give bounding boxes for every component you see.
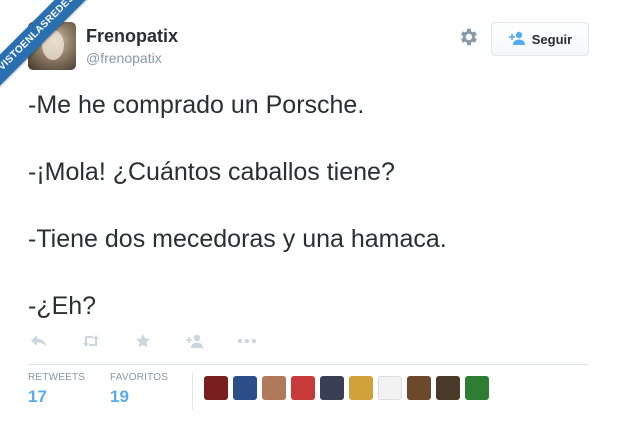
user-name[interactable]: Frenopatix: [86, 26, 178, 47]
add-user-icon: [508, 31, 526, 48]
favoriter-avatar-3[interactable]: [262, 376, 286, 400]
favoriter-avatar-9[interactable]: [436, 376, 460, 400]
tweet-actions: [28, 330, 288, 352]
user-handle[interactable]: @frenopatix: [86, 50, 162, 66]
favoriter-avatar-8[interactable]: [407, 376, 431, 400]
retweets-label: RETWEETS: [28, 372, 86, 383]
follow-button[interactable]: Seguir: [491, 22, 589, 56]
divider: [28, 364, 589, 365]
favoriter-avatar-5[interactable]: [320, 376, 344, 400]
tweet-stats: RETWEETS 17 FAVORITOS 19: [28, 372, 589, 414]
retweets-count: 17: [28, 387, 47, 406]
favoriter-avatar-1[interactable]: [204, 376, 228, 400]
tweet-line: -Me he comprado un Porsche.: [28, 91, 365, 119]
more-icon[interactable]: [236, 332, 258, 350]
follow-user-icon[interactable]: [184, 332, 206, 350]
favorites-label: FAVORITOS: [110, 372, 169, 383]
tweet-header: Frenopatix @frenopatix Seguir: [28, 22, 589, 72]
tweet-text: -Me he comprado un Porsche. -¡Mola! ¿Cuá…: [28, 90, 589, 358]
favorites-stat[interactable]: FAVORITOS 19: [110, 372, 168, 407]
tweet-line: -¿Eh?: [28, 292, 97, 320]
retweets-stat[interactable]: RETWEETS 17: [28, 372, 85, 407]
tweet-line: -Tiene dos mecedoras y una hamaca.: [28, 225, 447, 253]
favoriters-list: [204, 376, 489, 400]
favoriter-avatar-6[interactable]: [349, 376, 373, 400]
favoriter-avatar-7[interactable]: [378, 376, 402, 400]
favorite-icon[interactable]: [132, 332, 154, 350]
tweet-card: Frenopatix @frenopatix Seguir -Me he com…: [0, 0, 617, 431]
tweet-line: -¡Mola! ¿Cuántos caballos tiene?: [28, 158, 395, 186]
retweet-icon[interactable]: [80, 332, 102, 350]
favoriter-avatar-10[interactable]: [465, 376, 489, 400]
favoriter-avatar-2[interactable]: [233, 376, 257, 400]
gear-icon[interactable]: [457, 26, 479, 48]
reply-icon[interactable]: [28, 332, 50, 350]
favorites-count: 19: [110, 387, 129, 406]
stats-separator: [192, 372, 193, 410]
favoriter-avatar-4[interactable]: [291, 376, 315, 400]
follow-button-label: Seguir: [531, 31, 573, 47]
